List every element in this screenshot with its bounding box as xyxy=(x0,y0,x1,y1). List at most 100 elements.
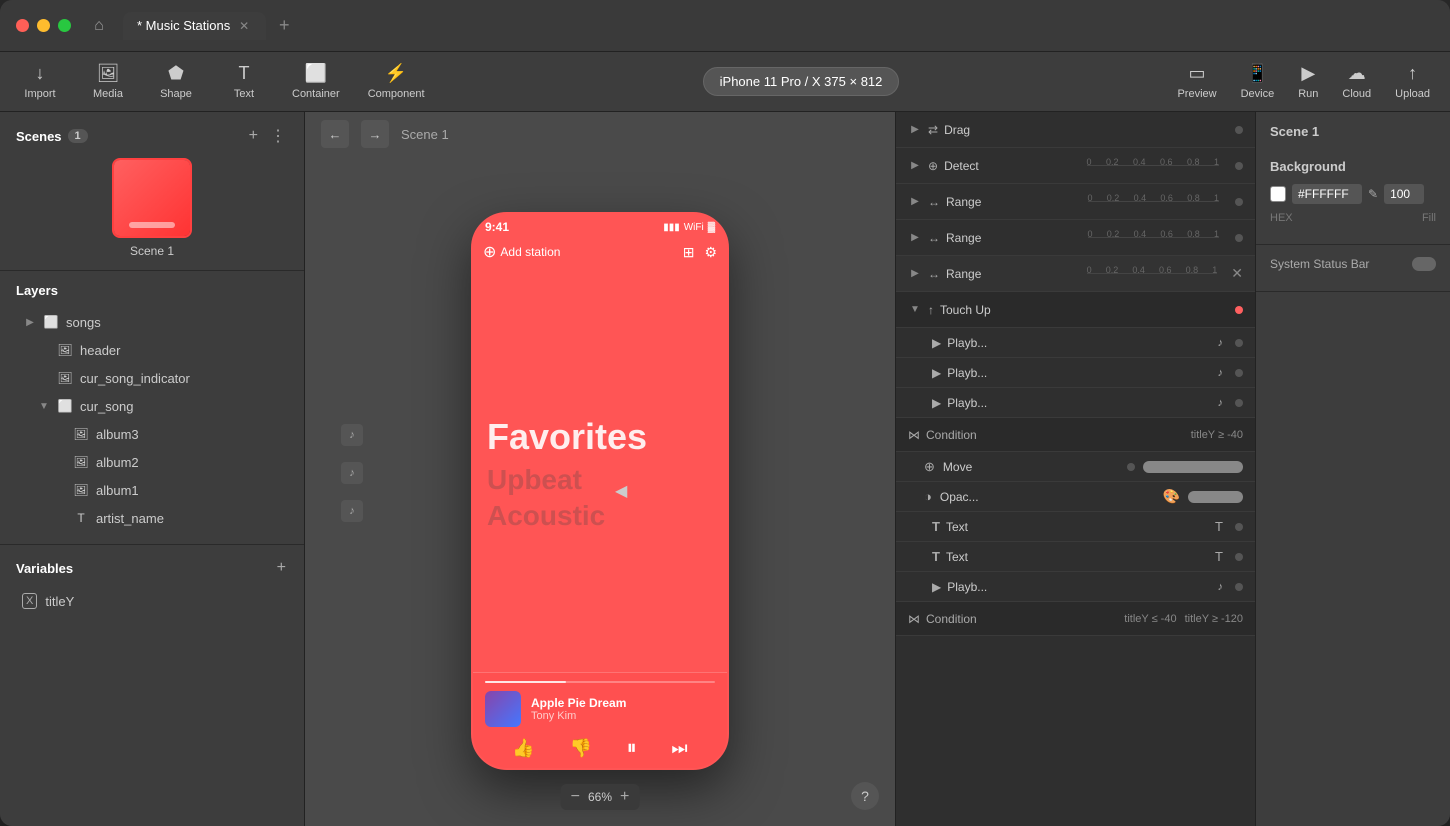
layer-album2[interactable]: 🖼 album2 xyxy=(16,448,288,476)
help-button[interactable]: ? xyxy=(851,782,879,810)
layer-cur-song[interactable]: ▼ ⬜ cur_song xyxy=(16,392,288,420)
preview-button[interactable]: ▭ Preview xyxy=(1177,63,1216,100)
variable-icon: X xyxy=(22,593,37,609)
layer-album1[interactable]: 🖼 album1 xyxy=(16,476,288,504)
app-header: ⊕ Add station ⊞ ⚙ xyxy=(473,238,727,266)
thumbs-up-button[interactable]: 👍 xyxy=(512,738,534,759)
close-button[interactable] xyxy=(16,19,29,32)
right-area: ▶ ⇄ Drag ▶ ⊕ Detect 00.20.40.60.81 xyxy=(895,112,1450,826)
variables-header: Variables + xyxy=(16,557,288,579)
move-row[interactable]: ⊕ Move xyxy=(896,452,1255,482)
touch-up-row[interactable]: ▼ ↑ Touch Up xyxy=(896,292,1255,328)
tab-close-button[interactable]: ✕ xyxy=(236,18,252,34)
detect-icon: ⊕ xyxy=(928,159,938,173)
color-swatch[interactable] xyxy=(1270,186,1286,202)
layer-songs[interactable]: ▶ ⬜ songs xyxy=(16,308,288,336)
next-scene-button[interactable]: → xyxy=(361,120,389,148)
range1-expand[interactable]: ▶ xyxy=(908,195,922,209)
prev-scene-button[interactable]: ← xyxy=(321,120,349,148)
variable-titleY-label: titleY xyxy=(45,594,74,609)
drag-expand[interactable]: ▶ xyxy=(908,123,922,137)
layer-album3[interactable]: 🖼 album3 xyxy=(16,420,288,448)
add-icon: ⊕ xyxy=(483,242,496,262)
canvas-content[interactable]: ♪ ♪ ♪ 9:41 xyxy=(305,156,895,826)
range2-expand[interactable]: ▶ xyxy=(908,231,922,245)
zoom-in-button[interactable]: + xyxy=(620,788,629,806)
add-variable-button[interactable]: + xyxy=(275,557,288,579)
detect-expand[interactable]: ▶ xyxy=(908,159,922,173)
thumbs-down-button[interactable]: 👎 xyxy=(570,738,592,759)
grid-icon[interactable]: ⊞ xyxy=(683,244,695,261)
music-icon-1: ♪ xyxy=(1218,337,1224,349)
range3-x-icon[interactable]: ✕ xyxy=(1231,265,1243,282)
scenes-menu-button[interactable]: ⋮ xyxy=(268,124,288,148)
music-icon-4: ♪ xyxy=(1218,581,1224,593)
system-status-bar-toggle[interactable] xyxy=(1412,257,1436,271)
expand-left-arrow[interactable]: ◀ xyxy=(615,481,627,501)
favorites-title: Favorites xyxy=(473,404,727,462)
device-button[interactable]: 📱 Device xyxy=(1241,63,1275,100)
layer-header[interactable]: 🖼 header xyxy=(16,336,288,364)
image-icon-album1: 🖼 xyxy=(72,481,90,499)
pause-button[interactable]: ⏸ xyxy=(627,737,637,760)
scene-nav-label: Scene 1 xyxy=(401,127,449,142)
condition2-label: Condition xyxy=(926,612,1116,626)
condition-row-2[interactable]: ⋈ Condition titleY ≤ -40 titleY ≥ -120 xyxy=(896,602,1255,636)
range3-expand[interactable]: ▶ xyxy=(908,267,922,281)
scene-thumbnail[interactable] xyxy=(112,158,192,238)
range-row-3[interactable]: ▶ ↔ Range 00.20.40.60.81 ✕ xyxy=(896,256,1255,292)
opacity-input[interactable] xyxy=(1384,184,1424,204)
tab-music-stations[interactable]: * Music Stations ✕ xyxy=(123,12,266,40)
shape-button[interactable]: ⬟ Shape xyxy=(156,63,196,100)
minimize-button[interactable] xyxy=(37,19,50,32)
scene-item[interactable]: Scene 1 xyxy=(16,158,288,258)
shape-label: Shape xyxy=(160,88,192,100)
container-button[interactable]: ⬜ Container xyxy=(292,63,340,100)
home-icon[interactable]: ⌂ xyxy=(87,14,111,38)
maximize-button[interactable] xyxy=(58,19,71,32)
detect-row[interactable]: ▶ ⊕ Detect 00.20.40.60.81 xyxy=(896,148,1255,184)
playback-row-3[interactable]: ▶ Playb... ♪ xyxy=(896,388,1255,418)
toolbar-right: ▭ Preview 📱 Device ▶ Run ☁ Cloud ↑ Uploa… xyxy=(1177,63,1430,100)
playback-row-1[interactable]: ▶ Playb... ♪ xyxy=(896,328,1255,358)
hex-input[interactable] xyxy=(1292,184,1362,204)
upload-button[interactable]: ↑ Upload xyxy=(1395,63,1430,100)
range-row-2[interactable]: ▶ ↔ Range 00.20.40.60.81 xyxy=(896,220,1255,256)
edit-icon[interactable]: ✎ xyxy=(1368,187,1378,201)
new-tab-button[interactable]: + xyxy=(270,12,298,40)
text-row-2[interactable]: T Text T xyxy=(896,542,1255,572)
run-button[interactable]: ▶ Run xyxy=(1298,63,1318,100)
opacity-row[interactable]: ◑ Opac... 🎨 xyxy=(896,482,1255,512)
playback-row-4[interactable]: ▶ Playb... ♪ xyxy=(896,572,1255,602)
media-button[interactable]: 🖼 Media xyxy=(88,63,128,100)
touch-up-collapse[interactable]: ▼ xyxy=(908,303,922,317)
layer-artist-name[interactable]: T artist_name xyxy=(16,504,288,532)
music-note-1: ♪ xyxy=(341,424,363,446)
background-section: Background ✎ HEX Fill xyxy=(1256,147,1450,245)
text-button[interactable]: T Text xyxy=(224,63,264,100)
text-icon: T xyxy=(239,63,250,84)
touch-up-label: Touch Up xyxy=(940,303,1229,317)
layer-songs-label: songs xyxy=(66,315,101,330)
import-button[interactable]: ↓ Import xyxy=(20,63,60,100)
group-icon-cur-song: ⬜ xyxy=(56,397,74,415)
skip-button[interactable]: ⏭ xyxy=(671,738,687,759)
text-row-1[interactable]: T Text T xyxy=(896,512,1255,542)
expand-songs-icon[interactable]: ▶ xyxy=(22,314,38,330)
zoom-out-button[interactable]: − xyxy=(571,788,580,806)
variable-titleY[interactable]: X titleY xyxy=(16,589,288,613)
component-button[interactable]: ⚡ Component xyxy=(368,63,425,100)
playback-row-2[interactable]: ▶ Playb... ♪ xyxy=(896,358,1255,388)
settings-icon[interactable]: ⚙ xyxy=(704,244,717,261)
range-row-1[interactable]: ▶ ↔ Range 00.20.40.60.81 xyxy=(896,184,1255,220)
background-labels-row: HEX Fill xyxy=(1270,212,1436,224)
drag-row[interactable]: ▶ ⇄ Drag xyxy=(896,112,1255,148)
device-selector[interactable]: iPhone 11 Pro / X 375 × 812 xyxy=(703,67,900,96)
condition-row-1[interactable]: ⋈ Condition titleY ≥ -40 xyxy=(896,418,1255,452)
add-scene-button[interactable]: + xyxy=(247,125,260,147)
cloud-button[interactable]: ☁ Cloud xyxy=(1342,63,1371,100)
canvas-nav: ← → Scene 1 xyxy=(305,112,895,156)
expand-cur-song-icon[interactable]: ▼ xyxy=(36,398,52,414)
layer-cur-song-indicator[interactable]: 🖼 cur_song_indicator xyxy=(16,364,288,392)
add-station-button[interactable]: ⊕ Add station xyxy=(483,242,560,262)
